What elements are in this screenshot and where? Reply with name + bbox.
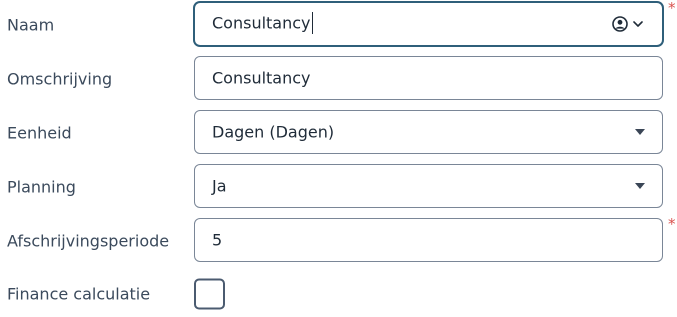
user-circle-icon[interactable] <box>612 16 628 32</box>
afschrijvingsperiode-label: Afschrijvingsperiode <box>7 231 170 251</box>
dropdown-arrow-icon[interactable] <box>635 183 645 189</box>
naam-input[interactable]: Consultancy <box>194 2 663 46</box>
field-row-naam: Naam Consultancy * <box>0 0 677 48</box>
finance-calculatie-checkbox[interactable] <box>194 278 225 310</box>
field-row-eenheid: Eenheid Dagen (Dagen) <box>0 110 677 156</box>
omschrijving-value: Consultancy <box>212 68 311 88</box>
afschrijvingsperiode-value: 5 <box>212 230 223 250</box>
omschrijving-label: Omschrijving <box>7 69 113 89</box>
dropdown-arrow-icon[interactable] <box>635 129 645 135</box>
planning-value: Ja <box>212 176 227 196</box>
eenheid-value: Dagen (Dagen) <box>212 122 335 142</box>
finance-calculatie-label: Finance calculatie <box>7 284 151 304</box>
eenheid-select[interactable]: Dagen (Dagen) <box>194 110 663 154</box>
eenheid-label: Eenheid <box>7 123 72 143</box>
chevron-down-icon[interactable] <box>632 18 644 30</box>
omschrijving-input[interactable]: Consultancy <box>194 56 663 100</box>
field-row-afschrijvingsperiode: Afschrijvingsperiode 5 * <box>0 215 677 264</box>
naam-required-mark: * <box>668 0 676 17</box>
afschrijvingsperiode-required-mark: * <box>668 215 676 233</box>
field-row-finance-calculatie: Finance calculatie <box>0 271 677 317</box>
text-cursor <box>311 12 313 34</box>
field-row-omschrijving: Omschrijving Consultancy <box>0 56 677 102</box>
field-row-planning: Planning Ja <box>0 164 677 210</box>
afschrijvingsperiode-input[interactable]: 5 <box>194 218 663 262</box>
naam-label: Naam <box>7 15 55 35</box>
planning-select[interactable]: Ja <box>194 164 663 208</box>
planning-label: Planning <box>7 177 76 197</box>
product-form: Naam Consultancy * Omschrijving Consulta… <box>0 0 677 311</box>
naam-value: Consultancy <box>212 12 313 34</box>
